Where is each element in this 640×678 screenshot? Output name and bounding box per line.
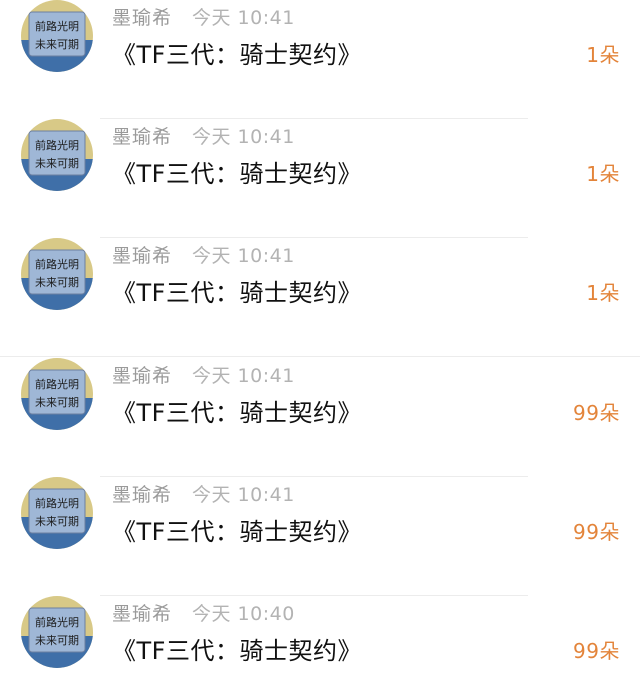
list-item[interactable]: 前路光明 未来可期 墨瑜希 今天 10:41 《TF三代：骑士契约》 1朵 bbox=[0, 0, 640, 119]
avatar-text-line-2: 未来可期 bbox=[35, 276, 79, 289]
avatar-text-line-1: 前路光明 bbox=[35, 377, 79, 391]
avatar-text-line-2: 未来可期 bbox=[35, 38, 79, 51]
avatar[interactable]: 前路光明 未来可期 bbox=[21, 119, 93, 191]
divider bbox=[0, 356, 640, 357]
avatar-image-icon: 前路光明 未来可期 bbox=[21, 119, 93, 191]
avatar-text-line-1: 前路光明 bbox=[35, 138, 79, 152]
flower-count: 99朵 bbox=[573, 520, 620, 544]
avatar[interactable]: 前路光明 未来可期 bbox=[21, 0, 93, 72]
avatar[interactable]: 前路光明 未来可期 bbox=[21, 238, 93, 310]
avatar-image-icon: 前路光明 未来可期 bbox=[21, 596, 93, 668]
avatar-image-icon: 前路光明 未来可期 bbox=[21, 358, 93, 430]
avatar[interactable]: 前路光明 未来可期 bbox=[21, 477, 93, 549]
avatar-text-line-2: 未来可期 bbox=[35, 157, 79, 170]
avatar-text-line-1: 前路光明 bbox=[35, 615, 79, 629]
sender-name[interactable]: 墨瑜希 bbox=[112, 241, 172, 268]
gift-title: 《TF三代：骑士契约》 bbox=[112, 279, 362, 307]
sender-name[interactable]: 墨瑜希 bbox=[112, 599, 172, 626]
timestamp: 今天 10:40 bbox=[192, 603, 295, 625]
flower-count: 1朵 bbox=[586, 162, 620, 186]
timestamp: 今天 10:41 bbox=[192, 365, 295, 387]
gift-title: 《TF三代：骑士契约》 bbox=[112, 41, 362, 69]
avatar-text-line-2: 未来可期 bbox=[35, 396, 79, 409]
list-item[interactable]: 前路光明 未来可期 墨瑜希 今天 10:41 《TF三代：骑士契约》 1朵 bbox=[0, 119, 640, 238]
list-item[interactable]: 前路光明 未来可期 墨瑜希 今天 10:41 《TF三代：骑士契约》 99朵 bbox=[0, 477, 640, 596]
avatar-image-icon: 前路光明 未来可期 bbox=[21, 477, 93, 549]
gift-title: 《TF三代：骑士契约》 bbox=[112, 637, 362, 665]
avatar-text-line-1: 前路光明 bbox=[35, 496, 79, 510]
avatar-image-icon: 前路光明 未来可期 bbox=[21, 238, 93, 310]
avatar-image-icon: 前路光明 未来可期 bbox=[21, 0, 93, 72]
gift-title: 《TF三代：骑士契约》 bbox=[112, 160, 362, 188]
avatar[interactable]: 前路光明 未来可期 bbox=[21, 596, 93, 668]
list-item[interactable]: 前路光明 未来可期 墨瑜希 今天 10:40 《TF三代：骑士契约》 99朵 bbox=[0, 596, 640, 678]
sender-name[interactable]: 墨瑜希 bbox=[112, 361, 172, 388]
avatar-text-line-2: 未来可期 bbox=[35, 515, 79, 528]
sender-name[interactable]: 墨瑜希 bbox=[112, 3, 172, 30]
flower-count: 1朵 bbox=[586, 281, 620, 305]
sender-name[interactable]: 墨瑜希 bbox=[112, 480, 172, 507]
timestamp: 今天 10:41 bbox=[192, 126, 295, 148]
avatar-text-line-1: 前路光明 bbox=[35, 19, 79, 33]
flower-count: 1朵 bbox=[586, 43, 620, 67]
avatar-text-line-2: 未来可期 bbox=[35, 634, 79, 647]
sender-name[interactable]: 墨瑜希 bbox=[112, 122, 172, 149]
avatar[interactable]: 前路光明 未来可期 bbox=[21, 358, 93, 430]
gift-title: 《TF三代：骑士契约》 bbox=[112, 399, 362, 427]
list-item[interactable]: 前路光明 未来可期 墨瑜希 今天 10:41 《TF三代：骑士契约》 1朵 bbox=[0, 238, 640, 357]
timestamp: 今天 10:41 bbox=[192, 245, 295, 267]
message-list: 前路光明 未来可期 墨瑜希 今天 10:41 《TF三代：骑士契约》 1朵 前路… bbox=[0, 0, 640, 678]
timestamp: 今天 10:41 bbox=[192, 7, 295, 29]
flower-count: 99朵 bbox=[573, 401, 620, 425]
flower-count: 99朵 bbox=[573, 639, 620, 663]
list-item[interactable]: 前路光明 未来可期 墨瑜希 今天 10:41 《TF三代：骑士契约》 99朵 bbox=[0, 358, 640, 477]
avatar-text-line-1: 前路光明 bbox=[35, 257, 79, 271]
timestamp: 今天 10:41 bbox=[192, 484, 295, 506]
gift-title: 《TF三代：骑士契约》 bbox=[112, 518, 362, 546]
